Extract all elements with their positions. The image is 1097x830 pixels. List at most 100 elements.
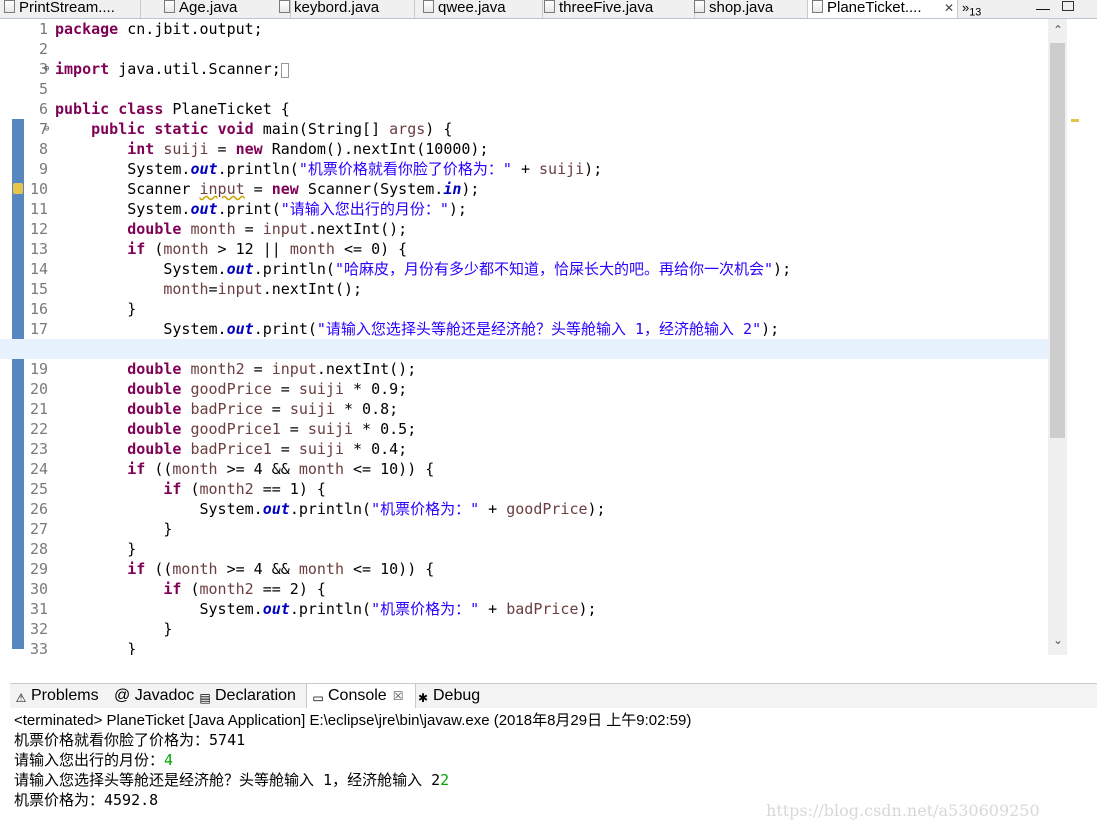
code-line[interactable]: package cn.jbit.output;	[55, 19, 1048, 39]
debug-icon: ✱	[417, 691, 429, 705]
line-number: 32	[29, 620, 48, 638]
code-line[interactable]: double goodPrice = suiji * 0.9;	[55, 379, 1048, 399]
console-line: 机票价格就看你脸了价格为：5741	[14, 730, 449, 750]
console-output[interactable]: 机票价格就看你脸了价格为：5741 请输入您出行的月份：4 请输入您选择头等舱还是经…	[14, 730, 449, 810]
change-ruler	[12, 119, 24, 649]
overview-ruler[interactable]	[1067, 19, 1082, 655]
view-tab-label: Debug	[433, 687, 481, 704]
code-line[interactable]: double month2 = input.nextInt();	[55, 359, 1048, 379]
editor-vertical-scrollbar[interactable]: ⌃ ⌄	[1048, 19, 1067, 655]
line-number: 20	[29, 380, 48, 398]
code-line[interactable]: Scanner input = new Scanner(System.in);	[55, 179, 1048, 199]
java-file-icon	[423, 0, 434, 13]
line-number: 27	[29, 520, 48, 538]
java-file-icon	[694, 0, 705, 13]
code-line[interactable]	[55, 39, 1048, 59]
scroll-down-icon[interactable]: ⌄	[1053, 633, 1063, 647]
editor-tab[interactable]: PlaneTicket.... ✕	[808, 0, 958, 18]
minimize-button[interactable]: —	[1036, 0, 1050, 16]
console-line: 请输入您出行的月份：4	[14, 750, 449, 770]
declaration-icon: ▤	[199, 691, 211, 705]
code-line[interactable]: if ((month >= 4 && month <= 10)) {	[55, 559, 1048, 579]
view-tab-label: Problems	[31, 687, 99, 704]
editor-tab-label: threeFive.java	[559, 0, 654, 16]
code-line[interactable]: System.out.println("机票价格为：" + badPrice);	[55, 599, 1048, 619]
code-line[interactable]: System.out.println("机票价格为：" + goodPrice)…	[55, 499, 1048, 519]
view-tab[interactable]: ✱ Debug	[412, 684, 494, 708]
code-line[interactable]: if (month2 == 1) {	[55, 479, 1048, 499]
current-line[interactable]	[0, 339, 1048, 359]
code-line[interactable]: }	[55, 539, 1048, 559]
code-editor[interactable]: 1235678910111213141516171819202122232425…	[0, 19, 1097, 655]
tab-overflow-button[interactable]: »13	[962, 0, 981, 19]
editor-tab-bar: »13 — PrintStream.... Age.java keybord.jav…	[0, 0, 1097, 19]
view-tab[interactable]: ▤ Declaration	[194, 684, 306, 708]
line-number: 13	[29, 240, 48, 258]
editor-tab-label: Age.java	[179, 0, 238, 16]
view-tab[interactable]: @ Javadoc	[110, 684, 198, 708]
line-number: 2	[38, 40, 48, 58]
editor-tab[interactable]: keybord.java	[275, 0, 415, 18]
line-number: 11	[29, 200, 48, 218]
maximize-button[interactable]	[1062, 1, 1074, 11]
console-user-input: 2	[440, 771, 450, 789]
code-line[interactable]: }	[55, 639, 1048, 655]
editor-tab[interactable]: threeFive.java	[540, 0, 695, 18]
console-output-text: 请输入您出行的月份：	[14, 751, 165, 769]
code-line[interactable]	[55, 79, 1048, 99]
code-line[interactable]: System.out.print("请输入您出行的月份：");	[55, 199, 1048, 219]
editor-tab-label: keybord.java	[294, 0, 380, 16]
code-area[interactable]: package cn.jbit.output; import java.util…	[0, 19, 1048, 655]
code-line[interactable]: System.out.println("哈麻皮，月份有多少都不知道，恰屎长大的吧…	[55, 259, 1048, 279]
line-number: 9	[38, 160, 48, 178]
view-tab[interactable]: ▭ Console ☒	[306, 684, 416, 708]
warning-marker[interactable]	[1071, 119, 1079, 122]
line-number: 25	[29, 480, 48, 498]
line-number: 26	[29, 500, 48, 518]
code-line[interactable]: }	[55, 299, 1048, 319]
scroll-up-icon[interactable]: ⌃	[1053, 23, 1063, 37]
line-number: 31	[29, 600, 48, 618]
editor-tab[interactable]: PrintStream....	[0, 0, 141, 18]
fold-toggle-icon[interactable]: ⊖	[44, 125, 52, 134]
line-number: 15	[29, 280, 48, 298]
code-line[interactable]: public class PlaneTicket {	[55, 99, 1048, 119]
code-line[interactable]: if ((month >= 4 && month <= 10)) {	[55, 459, 1048, 479]
code-line[interactable]: month=input.nextInt();	[55, 279, 1048, 299]
code-line[interactable]: double month = input.nextInt();	[55, 219, 1048, 239]
console-user-input: 4	[164, 751, 174, 769]
console-line: 请输入您选择头等舱还是经济舱？头等舱输入 1，经济舱输入 22	[14, 770, 449, 790]
view-tab[interactable]: ⚠ Problems	[10, 684, 112, 708]
line-number: 14	[29, 260, 48, 278]
code-line[interactable]: double badPrice = suiji * 0.8;	[55, 399, 1048, 419]
line-number: 21	[29, 400, 48, 418]
code-line[interactable]: int suiji = new Random().nextInt(10000);	[55, 139, 1048, 159]
code-line[interactable]: if (month > 12 || month <= 0) {	[55, 239, 1048, 259]
code-line[interactable]: }	[55, 519, 1048, 539]
java-file-icon	[812, 0, 823, 13]
code-line[interactable]: }	[55, 619, 1048, 639]
scroll-thumb[interactable]	[1050, 43, 1065, 438]
editor-tab[interactable]: qwee.java	[419, 0, 543, 18]
code-line[interactable]: double goodPrice1 = suiji * 0.5;	[55, 419, 1048, 439]
code-line[interactable]: if (month2 == 2) {	[55, 579, 1048, 599]
line-number: 24	[29, 460, 48, 478]
fold-toggle-icon[interactable]: ⊕	[44, 65, 52, 74]
close-icon[interactable]: ✕	[944, 0, 954, 16]
code-line[interactable]: public static void main(String[] args) {	[55, 119, 1048, 139]
console-output-text: 机票价格就看你脸了价格为：5741	[14, 731, 246, 749]
close-icon[interactable]: ☒	[393, 689, 404, 703]
editor-tab-label: qwee.java	[438, 0, 506, 16]
console-output-text: 机票价格为：4592.8	[14, 791, 159, 809]
console-output-text: 请输入您选择头等舱还是经济舱？头等舱输入 1，经济舱输入 2	[14, 771, 441, 789]
console-icon: ▭	[312, 691, 324, 705]
line-number: 12	[29, 220, 48, 238]
code-line[interactable]: import java.util.Scanner;	[55, 59, 1048, 79]
editor-tab[interactable]: Age.java	[160, 0, 291, 18]
code-line[interactable]: double badPrice1 = suiji * 0.4;	[55, 439, 1048, 459]
editor-tab[interactable]: shop.java	[690, 0, 808, 18]
editor-tab-label: PrintStream....	[19, 0, 115, 16]
code-line[interactable]: System.out.println("机票价格就看你脸了价格为：" + sui…	[55, 159, 1048, 179]
code-line[interactable]: System.out.print("请输入您选择头等舱还是经济舱？头等舱输入 1…	[55, 319, 1048, 339]
warning-icon[interactable]	[13, 183, 23, 194]
